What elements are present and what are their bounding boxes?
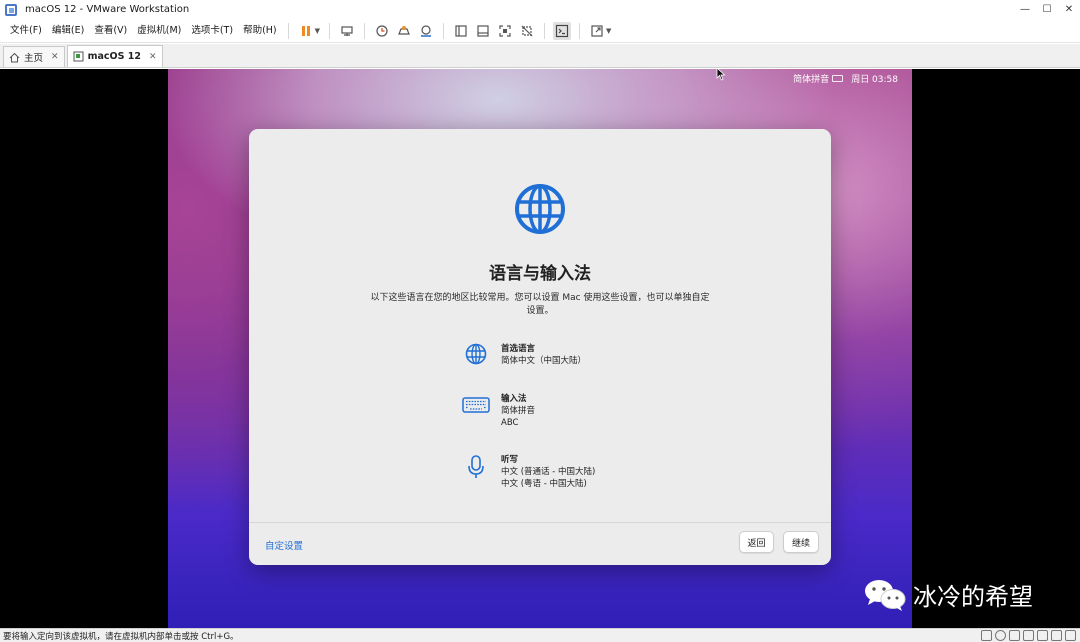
menu-help[interactable]: 帮助(H) — [238, 19, 282, 43]
tab-label: macOS 12 — [87, 51, 141, 62]
row-heading: 听写 — [501, 455, 519, 465]
status-message: 要将输入定向到该虚拟机，请在虚拟机内部单击或按 Ctrl+G。 — [3, 631, 239, 642]
home-icon — [9, 52, 20, 63]
close-icon[interactable]: ✕ — [149, 52, 157, 62]
toolbar-divider — [329, 22, 331, 39]
tab-macos[interactable]: macOS 12 ✕ — [66, 45, 163, 67]
title-bar: macOS 12 - VMware Workstation — ☐ ✕ — [0, 0, 1080, 19]
vm-console[interactable]: 简体拼音 周日 03:58 语言与输入法 以下这些语言在您的地区比较常用。您可以… — [0, 69, 1080, 628]
row-value: 简体拼音 — [501, 406, 536, 416]
hard-disk-icon[interactable] — [981, 630, 992, 641]
maximize-button[interactable]: ☐ — [1036, 0, 1058, 19]
display-icon[interactable] — [1051, 630, 1062, 641]
macos-menu-bar-status: 简体拼音 周日 03:58 — [785, 72, 898, 85]
back-button[interactable]: 返回 — [739, 531, 774, 553]
row-value: ABC — [501, 418, 519, 428]
keyboard-icon — [461, 393, 491, 423]
toolbar-divider — [443, 22, 445, 39]
menu-view[interactable]: 查看(V) — [89, 19, 132, 43]
send-keys-icon[interactable] — [338, 22, 356, 40]
menu-tabs[interactable]: 选项卡(T) — [186, 19, 238, 43]
tab-label: 主页 — [24, 53, 44, 64]
dictation-row[interactable]: 听写 中文 (普通话 - 中国大陆) 中文 (粤语 - 中国大陆) — [461, 454, 595, 490]
console-view-icon[interactable] — [553, 21, 572, 40]
full-screen-icon[interactable] — [496, 22, 514, 40]
usb-icon[interactable] — [1023, 630, 1034, 641]
language-setup-dialog: 语言与输入法 以下这些语言在您的地区比较常用。您可以设置 Mac 使用这些设置，… — [249, 129, 831, 565]
row-heading: 首选语言 — [501, 344, 536, 354]
mouse-cursor-icon — [716, 69, 726, 81]
cd-drive-icon[interactable] — [995, 630, 1006, 641]
unity-view-icon[interactable] — [518, 22, 536, 40]
clock-label[interactable]: 周日 03:58 — [851, 72, 898, 85]
revert-snapshot-icon[interactable] — [395, 22, 413, 40]
menu-vm[interactable]: 虚拟机(M) — [132, 19, 186, 43]
row-value: 简体中文（中国大陆） — [501, 356, 587, 366]
globe-icon — [515, 184, 565, 234]
menu-edit[interactable]: 编辑(E) — [47, 19, 89, 43]
globe-icon — [461, 343, 491, 373]
input-method-row[interactable]: 输入法 简体拼音 ABC — [461, 393, 535, 429]
macos-desktop[interactable]: 简体拼音 周日 03:58 语言与输入法 以下这些语言在您的地区比较常用。您可以… — [168, 69, 912, 628]
close-button[interactable]: ✕ — [1058, 0, 1080, 19]
row-text: 首选语言 简体中文（中国大陆） — [501, 343, 586, 373]
preferred-language-row[interactable]: 首选语言 简体中文（中国大陆） — [461, 343, 586, 373]
tab-home[interactable]: 主页 ✕ — [3, 46, 65, 67]
menu-file[interactable]: 文件(F) — [5, 19, 47, 43]
watermark-text: 冰冷的希望 — [913, 583, 1033, 611]
close-icon[interactable]: ✕ — [51, 52, 59, 62]
microphone-icon — [461, 454, 491, 484]
row-value: 中文 (粤语 - 中国大陆) — [501, 479, 587, 489]
tab-bar: 主页 ✕ macOS 12 ✕ — [0, 44, 1080, 68]
vm-icon — [73, 51, 84, 62]
minimize-button[interactable]: — — [1014, 0, 1036, 19]
row-text: 输入法 简体拼音 ABC — [501, 393, 535, 429]
library-view-icon[interactable] — [452, 22, 470, 40]
pause-icon[interactable] — [297, 22, 315, 40]
chevron-down-icon[interactable]: ▼ — [315, 27, 320, 35]
vmware-app-icon — [5, 3, 17, 16]
toolbar-divider — [364, 22, 366, 39]
chevron-down-icon[interactable]: ▼ — [606, 27, 611, 35]
window-title: macOS 12 - VMware Workstation — [25, 4, 190, 15]
network-icon[interactable] — [1009, 630, 1020, 641]
window-controls: — ☐ ✕ — [1014, 0, 1080, 19]
toolbar-divider — [579, 22, 581, 39]
device-status-icons — [978, 630, 1076, 641]
toolbar-divider — [287, 22, 289, 39]
toolbar-divider — [544, 22, 546, 39]
row-value: 中文 (普通话 - 中国大陆) — [501, 467, 596, 477]
dialog-divider — [249, 522, 831, 523]
input-method-label[interactable]: 简体拼音 — [793, 72, 829, 85]
row-heading: 输入法 — [501, 394, 527, 404]
snapshot-manager-icon[interactable] — [417, 22, 435, 40]
thumbnail-view-icon[interactable] — [474, 22, 492, 40]
sound-icon[interactable] — [1037, 630, 1048, 641]
customize-settings-link[interactable]: 自定设置 — [265, 538, 303, 552]
keyboard-icon — [832, 75, 844, 82]
message-icon[interactable] — [1065, 630, 1076, 641]
dialog-description: 以下这些语言在您的地区比较常用。您可以设置 Mac 使用这些设置，也可以单独自定… — [370, 293, 710, 316]
continue-button[interactable]: 继续 — [783, 531, 819, 553]
snapshot-icon[interactable] — [373, 22, 391, 40]
status-bar: 要将输入定向到该虚拟机，请在虚拟机内部单击或按 Ctrl+G。 — [0, 628, 1080, 642]
wechat-icon — [865, 579, 906, 611]
stretch-guest-icon[interactable] — [588, 22, 606, 40]
menu-toolbar: 文件(F) 编辑(E) 查看(V) 虚拟机(M) 选项卡(T) 帮助(H) ▼ — [0, 19, 1080, 43]
watermark: 冰冷的希望 — [863, 577, 1033, 612]
row-text: 听写 中文 (普通话 - 中国大陆) 中文 (粤语 - 中国大陆) — [501, 454, 595, 490]
dialog-title: 语言与输入法 — [489, 264, 591, 284]
vmware-window: macOS 12 - VMware Workstation — ☐ ✕ 文件(F… — [0, 0, 1080, 642]
